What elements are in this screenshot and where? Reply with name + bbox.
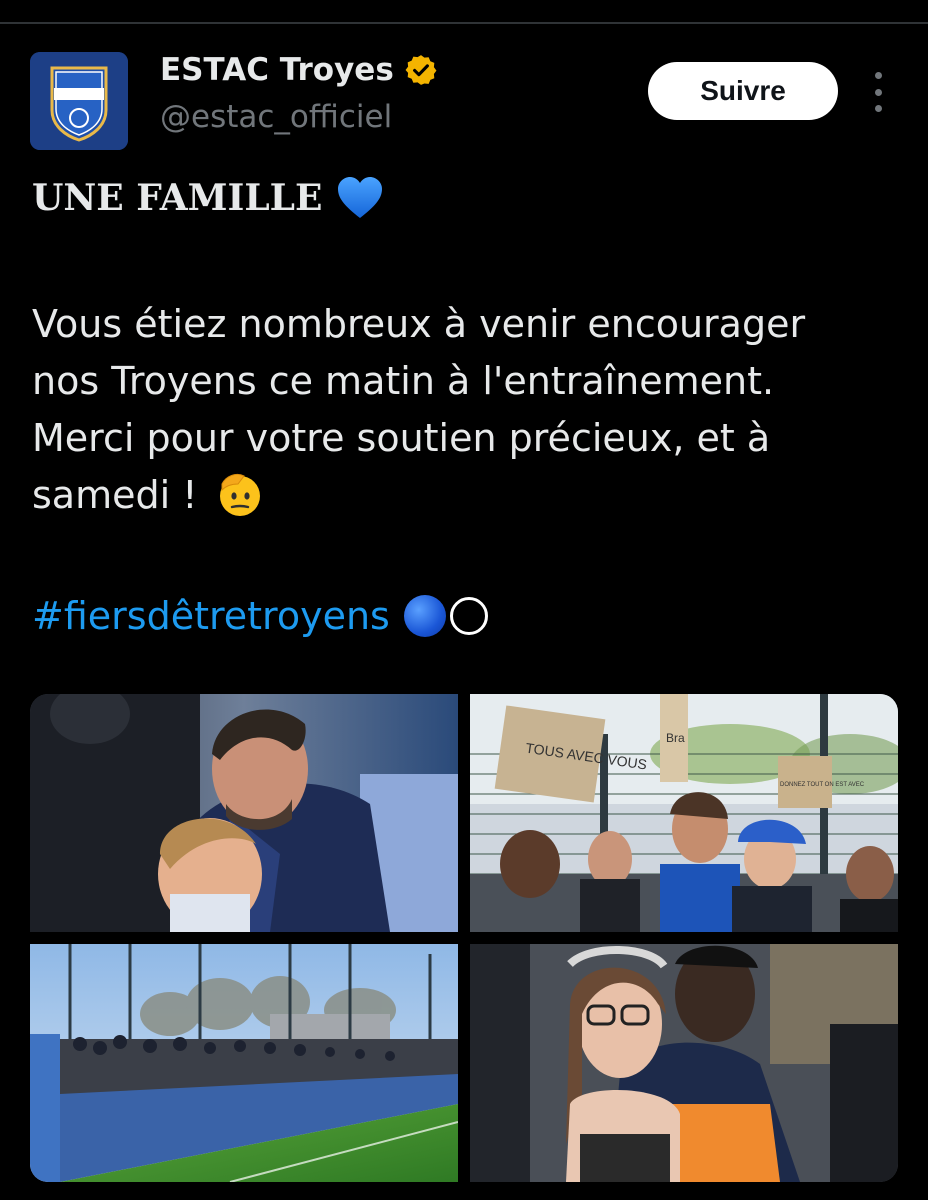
account-name-row[interactable]: ESTAC Troyes [160, 52, 438, 88]
post-line-last: samedi ! [32, 467, 912, 524]
sign-text: Bra [666, 731, 685, 745]
headline-text: UNE FAMILLE [32, 177, 323, 219]
follow-button[interactable]: Suivre [648, 62, 838, 120]
hashtag-link[interactable]: #fiersdêtretroyens [32, 594, 390, 638]
sign-text: DONNEZ TOUT ON EST AVEC [780, 782, 865, 788]
post-line: nos Troyens ce matin à l'entraînement. [32, 359, 775, 403]
post-line: Merci pour votre soutien précieux, et à [32, 416, 771, 460]
post-line: samedi ! [32, 473, 198, 517]
verified-badge-icon [405, 55, 437, 85]
estac-logo-icon [30, 52, 128, 150]
account-handle[interactable]: @estac_officiel [160, 99, 392, 135]
crowd-at-training-pitch-photo[interactable] [30, 944, 458, 1182]
post-body: Vous étiez nombreux à venir encourager n… [32, 296, 912, 524]
post-headline: UNE FAMILLE [32, 176, 384, 220]
player-with-child-photo[interactable] [30, 694, 458, 932]
blue-circle-icon [403, 595, 446, 637]
more-vertical-icon[interactable] [862, 72, 894, 112]
avatar[interactable] [30, 52, 128, 150]
white-circle-icon [449, 597, 488, 635]
post-line: Vous étiez nombreux à venir encourager [32, 302, 806, 346]
saluting-face-icon [219, 473, 260, 516]
player-with-fan-photo[interactable] [470, 944, 898, 1182]
account-name[interactable]: ESTAC Troyes [160, 52, 394, 88]
fans-with-signs-photo[interactable]: TOUS AVEC VOUS Bra DONNEZ TOUT ON EST AV… [470, 694, 898, 932]
hashtag-row: #fiersdêtretroyens [32, 594, 488, 638]
top-divider [0, 22, 928, 24]
blue-heart-icon [338, 177, 383, 218]
